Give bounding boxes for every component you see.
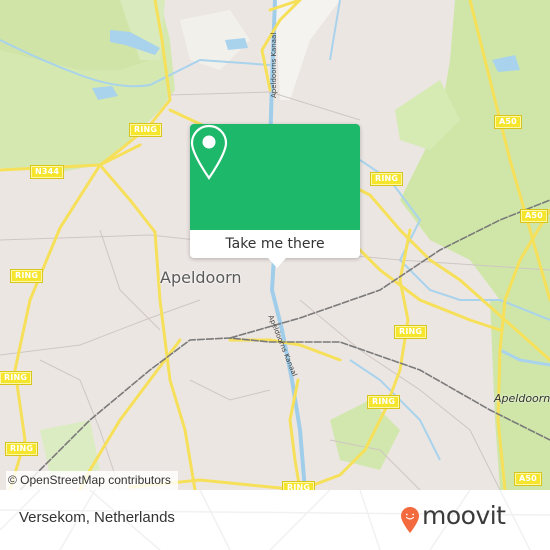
popup-header[interactable] xyxy=(190,124,360,230)
popup-tip xyxy=(268,258,286,268)
road-shield: A50 xyxy=(495,116,521,128)
road-shield: RING xyxy=(6,443,38,455)
road-shield: RING xyxy=(0,372,32,384)
footer: Versekom, Netherlands moovit xyxy=(0,490,550,550)
moovit-pin-icon xyxy=(401,507,419,533)
take-me-there-popup[interactable]: Take me there xyxy=(190,124,360,268)
road-shield: RING xyxy=(395,326,427,338)
place-name: Versekom, Netherlands xyxy=(19,509,175,526)
canal-label: Apeldoorns Kanaal xyxy=(270,32,278,98)
moovit-wordmark: moovit xyxy=(422,501,506,530)
road-shield: A50 xyxy=(515,473,541,485)
road-shield: RING xyxy=(11,270,43,282)
forest-area xyxy=(400,0,550,340)
map-attribution[interactable]: © OpenStreetMap contributors xyxy=(6,471,178,490)
pond xyxy=(225,38,248,50)
take-me-there-button[interactable]: Take me there xyxy=(190,230,360,258)
road-shield: A50 xyxy=(521,210,547,222)
road-shield: RING xyxy=(283,482,315,490)
map[interactable]: Apeldoorn Apeldoorn Apeldoorns Kanaal Ap… xyxy=(0,0,550,490)
road-shield: N344 xyxy=(31,166,64,178)
road-shield: RING xyxy=(371,173,403,185)
road-shield: RING xyxy=(368,396,400,408)
map-pin-icon xyxy=(190,124,228,180)
district-label: Apeldoorn xyxy=(494,392,550,405)
moovit-logo[interactable]: moovit xyxy=(400,501,540,537)
road-shield: RING xyxy=(130,124,162,136)
city-label: Apeldoorn xyxy=(160,268,242,287)
